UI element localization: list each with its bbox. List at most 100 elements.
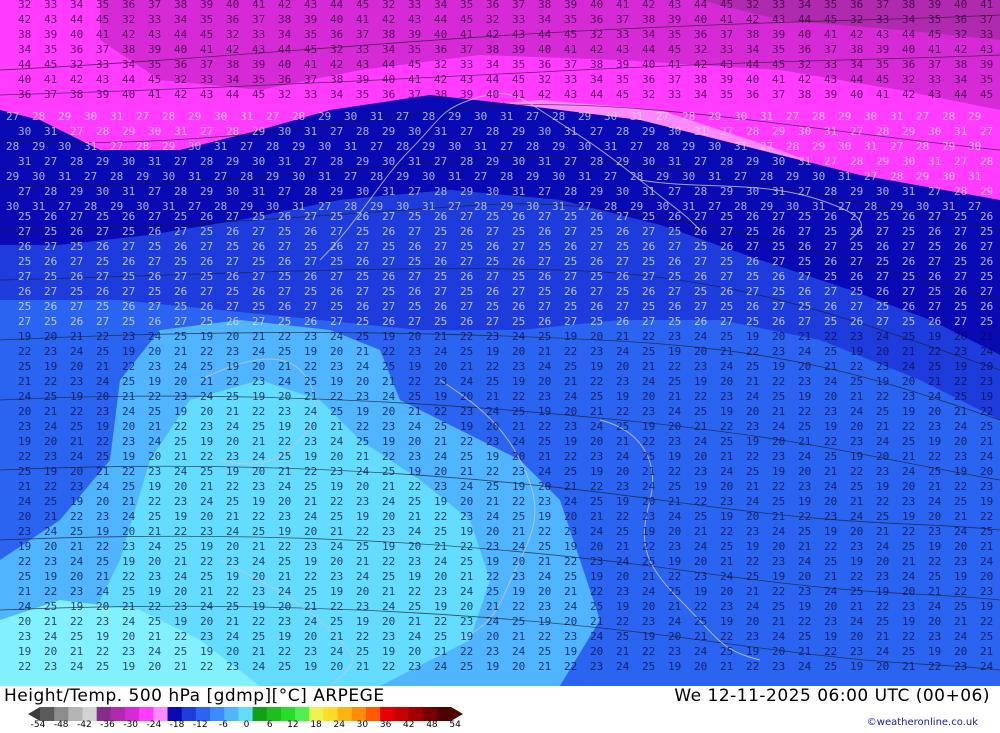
- contour-value-label: 27: [656, 110, 669, 123]
- contour-value-label: 26: [564, 285, 577, 298]
- contour-value-label: 20: [564, 405, 577, 418]
- contour-value-label: 20: [174, 480, 187, 493]
- contour-value-label: 29: [838, 110, 851, 123]
- contour-value-label: 21: [980, 540, 993, 553]
- contour-value-label: 23: [538, 600, 551, 613]
- contour-value-label: 24: [798, 660, 812, 673]
- contour-value-label: 27: [798, 270, 811, 283]
- contour-value-label: 23: [44, 660, 57, 673]
- contour-value-label: 27: [304, 155, 317, 168]
- contour-value-label: 22: [798, 510, 811, 523]
- scale-swatch: [139, 707, 154, 721]
- contour-value-label: 21: [252, 540, 265, 553]
- contour-value-label: 30: [668, 125, 681, 138]
- contour-value-label: 21: [200, 480, 213, 493]
- contour-value-label: 34: [798, 0, 812, 11]
- contour-value-label: 19: [850, 555, 863, 568]
- contour-value-label: 45: [252, 88, 265, 101]
- contour-value-label: 24: [460, 375, 474, 388]
- contour-value-label: 23: [44, 345, 57, 358]
- contour-value-label: 25: [824, 270, 837, 283]
- contour-value-label: 25: [200, 315, 213, 328]
- contour-value-label: 27: [460, 210, 473, 223]
- contour-value-label: 30: [84, 110, 97, 123]
- contour-value-label: 20: [876, 660, 889, 673]
- contour-value-label: 27: [760, 140, 773, 153]
- contour-value-label: 19: [252, 390, 265, 403]
- contour-value-label: 41: [720, 13, 733, 26]
- contour-value-label: 23: [486, 435, 499, 448]
- contour-value-label: 22: [460, 435, 473, 448]
- contour-value-label: 25: [304, 480, 317, 493]
- contour-value-label: 19: [356, 405, 369, 418]
- contour-value-label: 20: [304, 525, 317, 538]
- contour-value-label: 21: [746, 585, 759, 598]
- contour-value-label: 26: [122, 210, 135, 223]
- credit-link[interactable]: ©weatheronline.co.uk: [867, 717, 978, 728]
- contour-value-label: 19: [226, 360, 239, 373]
- contour-value-label: 31: [968, 170, 981, 183]
- contour-value-label: 23: [226, 660, 239, 673]
- contour-value-label: 21: [18, 585, 31, 598]
- contour-value-label: 26: [408, 240, 421, 253]
- contour-value-label: 24: [538, 360, 552, 373]
- contour-value-label: 24: [720, 465, 734, 478]
- contour-value-label: 25: [278, 225, 291, 238]
- contour-value-label: 27: [226, 300, 239, 313]
- contour-value-label: 27: [734, 170, 747, 183]
- contour-value-label: 26: [44, 210, 57, 223]
- contour-value-label: 32: [330, 43, 343, 56]
- contour-value-label: 19: [408, 360, 421, 373]
- contour-value-label: 25: [538, 645, 551, 658]
- contour-value-label: 20: [148, 450, 161, 463]
- contour-value-label: 26: [512, 255, 525, 268]
- contour-value-label: 34: [226, 73, 240, 86]
- contour-value-label: 26: [460, 225, 473, 238]
- contour-value-label: 24: [304, 615, 318, 628]
- contour-value-label: 43: [720, 58, 733, 71]
- contour-value-label: 27: [200, 285, 213, 298]
- contour-value-label: 24: [174, 570, 188, 583]
- contour-value-label: 22: [980, 615, 993, 628]
- contour-value-label: 27: [694, 155, 707, 168]
- contour-value-label: 19: [278, 630, 291, 643]
- contour-value-label: 35: [980, 73, 993, 86]
- contour-value-label: 21: [148, 630, 161, 643]
- contour-value-label: 25: [538, 435, 551, 448]
- contour-value-label: 41: [356, 13, 369, 26]
- contour-value-label: 24: [668, 405, 682, 418]
- contour-value-label: 34: [642, 28, 656, 41]
- contour-value-label: 24: [980, 450, 994, 463]
- contour-value-label: 23: [148, 360, 161, 373]
- contour-value-label: 25: [564, 210, 577, 223]
- scale-swatch: [40, 707, 55, 721]
- contour-value-label: 25: [616, 420, 629, 433]
- contour-value-label: 28: [44, 185, 57, 198]
- contour-value-label: 25: [304, 240, 317, 253]
- contour-value-label: 39: [44, 28, 57, 41]
- contour-value-label: 27: [694, 255, 707, 268]
- contour-value-label: 36: [122, 0, 135, 11]
- contour-value-label: 22: [824, 645, 837, 658]
- contour-value-label: 27: [266, 110, 279, 123]
- contour-value-label: 23: [174, 495, 187, 508]
- contour-value-label: 30: [902, 155, 915, 168]
- contour-value-label: 20: [824, 600, 837, 613]
- contour-value-label: 25: [746, 360, 759, 373]
- contour-value-label: 39: [564, 0, 577, 11]
- contour-value-label: 23: [512, 465, 525, 478]
- scale-tick-label: -42: [76, 720, 92, 730]
- contour-value-label: 20: [798, 465, 811, 478]
- contour-value-label: 25: [226, 495, 239, 508]
- contour-value-label: 41: [772, 73, 785, 86]
- contour-value-label: 21: [694, 420, 707, 433]
- contour-value-label: 28: [6, 140, 19, 153]
- contour-value-label: 22: [304, 570, 317, 583]
- contour-value-label: 19: [200, 540, 213, 553]
- contour-value-label: 21: [18, 375, 31, 388]
- contour-value-label: 19: [252, 600, 265, 613]
- contour-value-label: 28: [110, 170, 123, 183]
- contour-value-label: 27: [668, 285, 681, 298]
- contour-value-label: 30: [642, 155, 655, 168]
- contour-value-label: 23: [694, 570, 707, 583]
